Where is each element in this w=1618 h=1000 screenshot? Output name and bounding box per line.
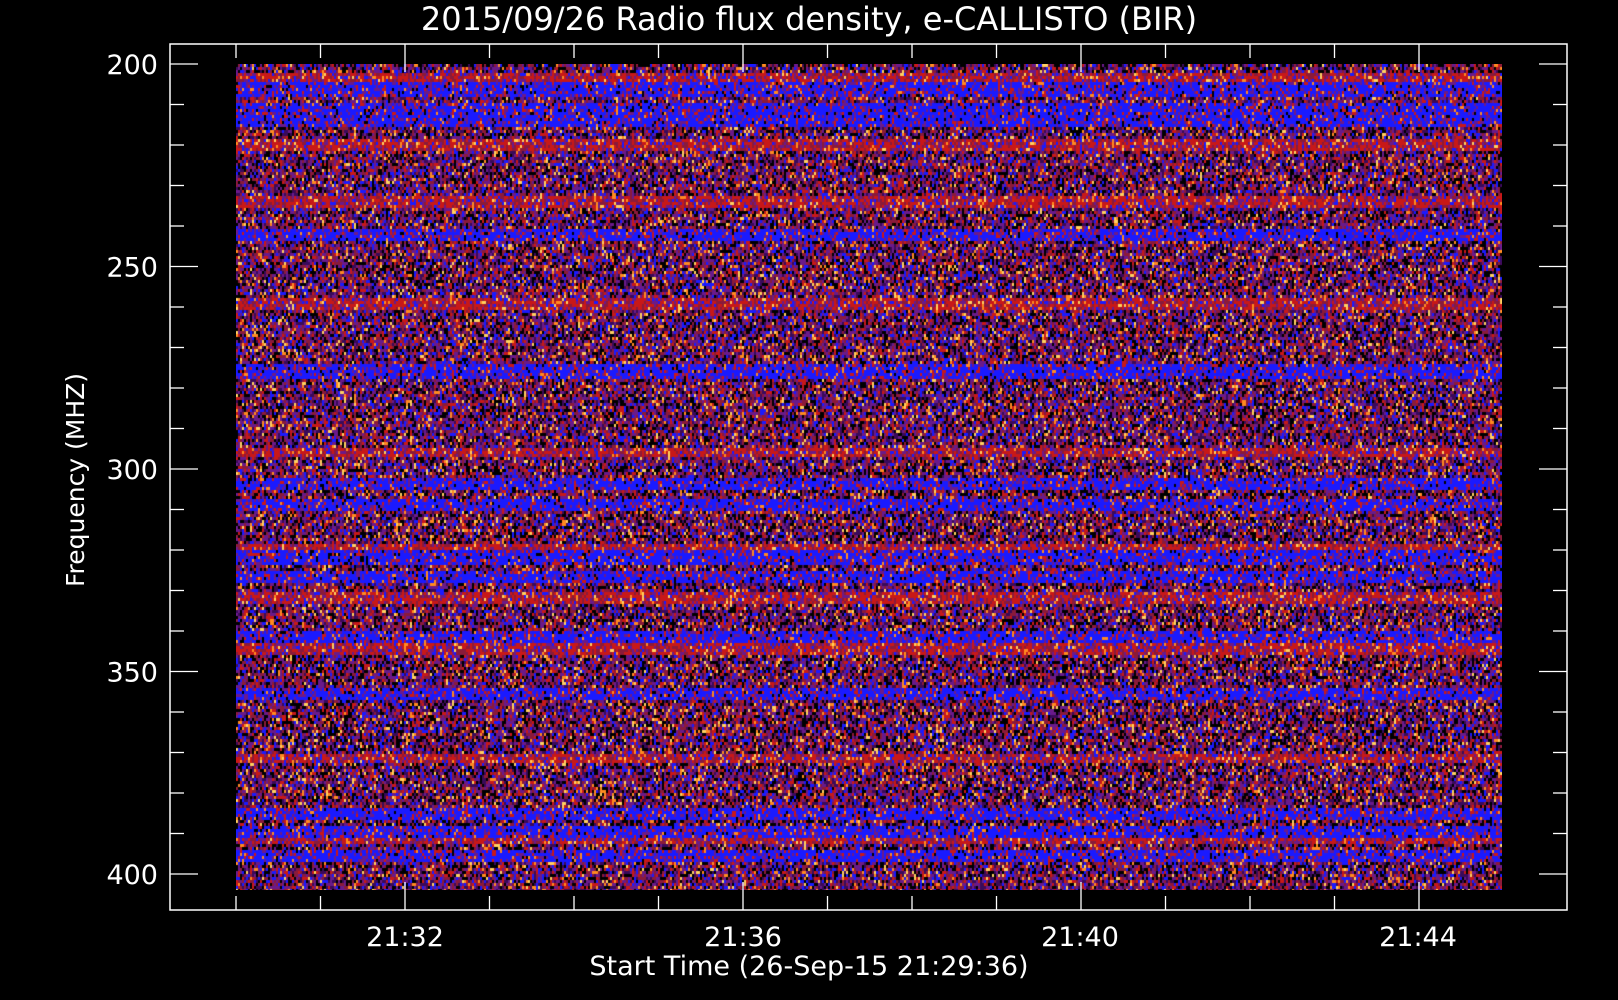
x-tick-label: 21:32 xyxy=(366,922,444,953)
y-tick-label: 350 xyxy=(106,658,158,689)
x-tick-label: 21:36 xyxy=(704,922,782,953)
chart-stage: 200 250 300 350 400 21:32 21:36 21:40 21:44 201… xyxy=(0,0,1618,1000)
y-axis-label: Frequency (MHZ) xyxy=(61,373,90,587)
y-tick-label: 300 xyxy=(106,455,158,486)
y-tick-label: 400 xyxy=(106,860,158,891)
spectrogram-image xyxy=(236,64,1502,890)
x-axis-label: Start Time (26-Sep-15 21:29:36) xyxy=(589,951,1028,982)
y-tick-label: 200 xyxy=(106,50,158,81)
spectrogram-chart: 200 250 300 350 400 21:32 21:36 21:40 21:44 201… xyxy=(61,0,1568,982)
x-tick-label: 21:44 xyxy=(1379,922,1457,953)
heatmap-area xyxy=(236,64,1502,890)
y-tick-label: 250 xyxy=(106,253,158,284)
chart-title: 2015/09/26 Radio flux density, e-CALLIST… xyxy=(421,0,1197,38)
x-tick-label: 21:40 xyxy=(1041,922,1119,953)
